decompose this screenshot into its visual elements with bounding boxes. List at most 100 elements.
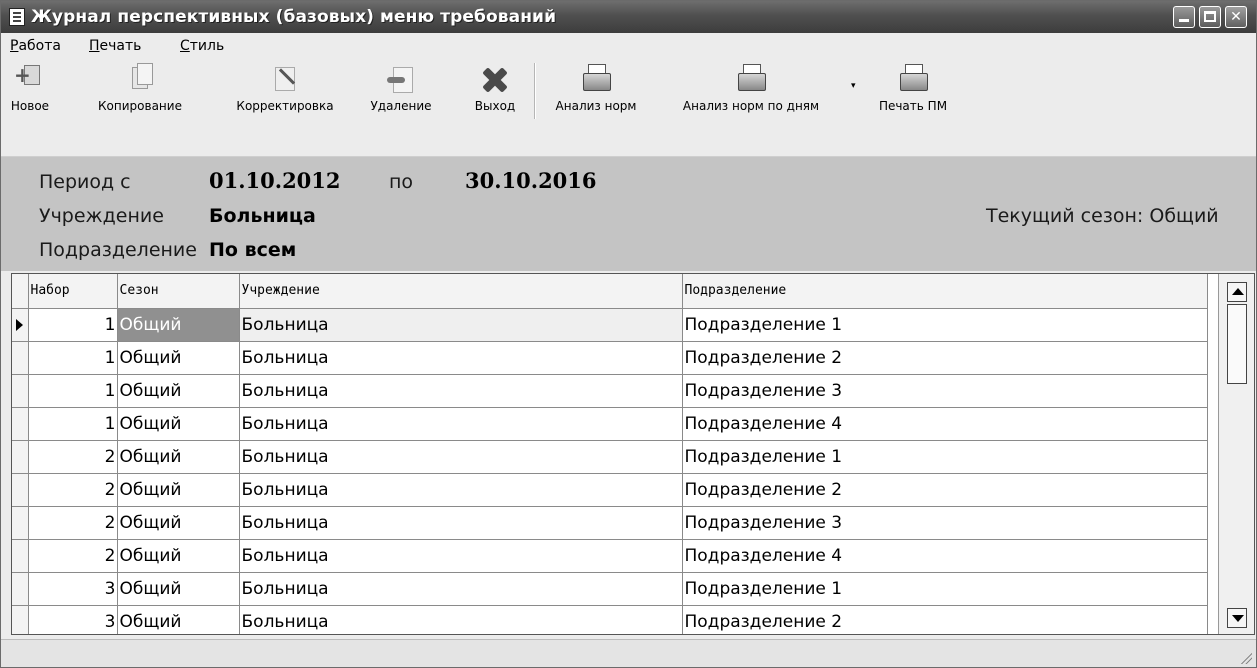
cell-nabor[interactable]: 2 bbox=[28, 506, 118, 540]
cell-sezon[interactable]: Общий bbox=[117, 605, 240, 634]
cell-sezon[interactable]: Общий bbox=[117, 407, 240, 441]
table-row[interactable]: 2 Общий Больница Подразделение 4 bbox=[12, 539, 1208, 573]
period-label: Период с bbox=[39, 171, 131, 193]
toolbar: Новое Копирование Корректировка Удаление… bbox=[1, 59, 1256, 157]
cell-podrazdelenie[interactable]: Подразделение 4 bbox=[682, 539, 1208, 573]
row-indicator bbox=[12, 473, 29, 507]
minimize-button[interactable] bbox=[1173, 6, 1195, 28]
row-indicator bbox=[12, 605, 29, 634]
cell-uchrezhdenie[interactable]: Больница bbox=[239, 605, 683, 634]
cell-sezon[interactable]: Общий bbox=[117, 506, 240, 540]
new-button[interactable]: Новое bbox=[9, 63, 51, 123]
cell-podrazdelenie[interactable]: Подразделение 3 bbox=[682, 374, 1208, 408]
col-sezon[interactable]: Сезон bbox=[117, 274, 240, 309]
cell-uchrezhdenie[interactable]: Больница bbox=[239, 374, 683, 408]
printer-icon bbox=[735, 63, 767, 95]
cell-nabor[interactable]: 3 bbox=[28, 605, 118, 634]
new-label: Новое bbox=[10, 99, 50, 113]
row-indicator bbox=[12, 506, 29, 540]
cell-nabor[interactable]: 1 bbox=[28, 308, 118, 342]
resize-grip-icon[interactable] bbox=[1238, 650, 1252, 664]
analysis-days-label: Анализ норм по дням bbox=[682, 99, 820, 113]
print-pm-label: Печать ПМ bbox=[878, 99, 948, 113]
cell-podrazdelenie[interactable]: Подразделение 2 bbox=[682, 605, 1208, 634]
edit-button[interactable]: Корректировка bbox=[220, 63, 350, 123]
cell-uchrezhdenie[interactable]: Больница bbox=[239, 572, 683, 606]
col-uchrezhdenie[interactable]: Учреждение bbox=[239, 274, 683, 309]
analysis-days-button[interactable]: Анализ норм по дням bbox=[665, 63, 837, 123]
cell-podrazdelenie[interactable]: Подразделение 1 bbox=[682, 440, 1208, 474]
cell-uchrezhdenie[interactable]: Больница bbox=[239, 440, 683, 474]
analysis-button[interactable]: Анализ норм bbox=[541, 63, 651, 123]
table-row[interactable]: 2 Общий Больница Подразделение 2 bbox=[12, 473, 1208, 507]
cell-sezon[interactable]: Общий bbox=[117, 440, 240, 474]
table-row[interactable]: 1 Общий Больница Подразделение 2 bbox=[12, 341, 1208, 375]
table-row[interactable]: 3 Общий Больница Подразделение 2 bbox=[12, 605, 1208, 634]
header-row: Набор Сезон Учреждение Подразделение bbox=[12, 274, 1208, 309]
printer-icon bbox=[897, 63, 929, 95]
copy-icon bbox=[124, 63, 156, 95]
menu-pechat[interactable]: Печать bbox=[89, 38, 141, 54]
cell-sezon[interactable]: Общий bbox=[117, 341, 240, 375]
cell-podrazdelenie[interactable]: Подразделение 1 bbox=[682, 572, 1208, 606]
cell-uchrezhdenie[interactable]: Больница bbox=[239, 407, 683, 441]
cell-nabor[interactable]: 1 bbox=[28, 374, 118, 408]
row-indicator bbox=[12, 308, 29, 342]
printer-icon bbox=[580, 63, 612, 95]
scroll-thumb[interactable] bbox=[1227, 304, 1247, 384]
cell-nabor[interactable]: 2 bbox=[28, 473, 118, 507]
current-row-arrow-icon bbox=[16, 318, 23, 331]
cell-podrazdelenie[interactable]: Подразделение 2 bbox=[682, 473, 1208, 507]
cell-nabor[interactable]: 3 bbox=[28, 572, 118, 606]
table-row[interactable]: 3 Общий Больница Подразделение 1 bbox=[12, 572, 1208, 606]
cell-uchrezhdenie[interactable]: Больница bbox=[239, 506, 683, 540]
table-row[interactable]: 1 Общий Больница Подразделение 4 bbox=[12, 407, 1208, 441]
maximize-button[interactable] bbox=[1199, 6, 1221, 28]
table-row[interactable]: 1 Общий Больница Подразделение 1 bbox=[12, 308, 1208, 342]
institution-value: Больница bbox=[209, 205, 316, 227]
table-row[interactable]: 2 Общий Больница Подразделение 1 bbox=[12, 440, 1208, 474]
vertical-scrollbar[interactable] bbox=[1218, 274, 1254, 634]
edit-icon bbox=[269, 63, 301, 95]
cell-podrazdelenie[interactable]: Подразделение 1 bbox=[682, 308, 1208, 342]
current-season: Текущий сезон: Общий bbox=[986, 205, 1219, 227]
status-bar bbox=[1, 639, 1256, 667]
cell-sezon[interactable]: Общий bbox=[117, 572, 240, 606]
menu-stil[interactable]: Стиль bbox=[180, 38, 224, 54]
cell-uchrezhdenie[interactable]: Больница bbox=[239, 308, 683, 342]
copy-button[interactable]: Копирование bbox=[59, 63, 221, 123]
cell-podrazdelenie[interactable]: Подразделение 3 bbox=[682, 506, 1208, 540]
cell-sezon[interactable]: Общий bbox=[117, 473, 240, 507]
minimize-icon bbox=[1179, 19, 1189, 22]
cell-nabor[interactable]: 2 bbox=[28, 539, 118, 573]
filter-panel: Период с 01.10.2012 по 30.10.2016 Учрежд… bbox=[1, 157, 1256, 271]
exit-button[interactable]: Выход bbox=[459, 63, 531, 123]
cell-nabor[interactable]: 1 bbox=[28, 341, 118, 375]
cell-nabor[interactable]: 2 bbox=[28, 440, 118, 474]
data-grid[interactable]: Набор Сезон Учреждение Подразделение 1 О… bbox=[11, 273, 1255, 635]
col-podrazdelenie[interactable]: Подразделение bbox=[682, 274, 1208, 309]
close-button[interactable]: ✕ bbox=[1225, 6, 1247, 28]
menu-rabota[interactable]: Работа bbox=[10, 38, 61, 54]
scroll-down-icon[interactable] bbox=[1227, 608, 1247, 628]
cell-podrazdelenie[interactable]: Подразделение 4 bbox=[682, 407, 1208, 441]
cell-nabor[interactable]: 1 bbox=[28, 407, 118, 441]
table-row[interactable]: 2 Общий Больница Подразделение 3 bbox=[12, 506, 1208, 540]
table-row[interactable]: 1 Общий Больница Подразделение 3 bbox=[12, 374, 1208, 408]
period-to-label: по bbox=[389, 171, 414, 193]
cell-sezon[interactable]: Общий bbox=[117, 539, 240, 573]
cell-sezon[interactable]: Общий bbox=[117, 374, 240, 408]
chevron-down-icon[interactable]: ▾ bbox=[851, 81, 856, 91]
period-from: 01.10.2012 bbox=[209, 168, 341, 193]
title-bar[interactable]: Журнал перспективных (базовых) меню треб… bbox=[1, 1, 1256, 33]
col-nabor[interactable]: Набор bbox=[28, 274, 118, 309]
cell-uchrezhdenie[interactable]: Больница bbox=[239, 539, 683, 573]
cell-uchrezhdenie[interactable]: Больница bbox=[239, 341, 683, 375]
menu-bar: Работа Печать Стиль bbox=[1, 33, 1256, 59]
cell-uchrezhdenie[interactable]: Больница bbox=[239, 473, 683, 507]
cell-sezon[interactable]: Общий bbox=[117, 308, 240, 342]
scroll-up-icon[interactable] bbox=[1227, 282, 1247, 302]
delete-button[interactable]: Удаление bbox=[353, 63, 449, 123]
cell-podrazdelenie[interactable]: Подразделение 2 bbox=[682, 341, 1208, 375]
print-pm-button[interactable]: Печать ПМ bbox=[865, 63, 961, 123]
